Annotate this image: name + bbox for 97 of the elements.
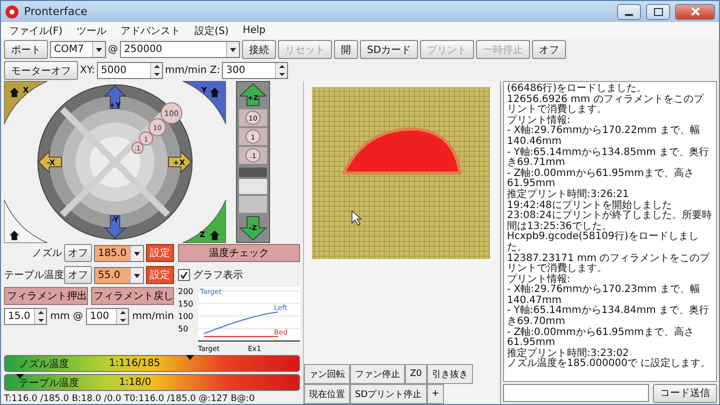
spin-arrows-icon[interactable]: [34, 309, 46, 324]
temperature-label: ノズル: [31, 247, 62, 260]
menu-item[interactable]: Help: [242, 25, 266, 36]
port-button[interactable]: ポート: [4, 40, 48, 59]
maximize-button[interactable]: [646, 4, 670, 20]
home-button[interactable]: Y: [182, 81, 226, 125]
home-icon: [10, 88, 20, 98]
arrow-button[interactable]: -X: [38, 150, 62, 174]
log-line: - X軸:29.76mmから170.22mm まで、幅140.46mm: [507, 126, 701, 147]
maximize-icon: [654, 8, 662, 16]
dropdown-field[interactable]: 185.0: [94, 244, 144, 262]
home-icon: [210, 88, 220, 98]
tick-label: 50: [178, 324, 188, 334]
spin-arrows-icon[interactable]: [275, 63, 288, 78]
gauge-reading: 1:116/185: [109, 358, 160, 369]
control-button[interactable]: 現在位置: [304, 384, 350, 404]
unit-label: mm @: [50, 311, 83, 322]
log-line: - X軸:29.76mmから170.23mm まで、幅140.47mm: [507, 285, 700, 306]
z-speed-label: mm/min Z:: [165, 65, 220, 76]
dropdown-field[interactable]: COM7: [50, 41, 106, 58]
gauge-reading: 1:18/0: [119, 377, 152, 388]
menu-item[interactable]: 設定(S): [194, 24, 229, 38]
tick-label: 100: [178, 312, 194, 321]
dropdown-field[interactable]: 250000: [120, 41, 240, 58]
menu-item[interactable]: ファイル(F): [9, 24, 63, 38]
log-line: - Y軸:65.14mmから134.84mm まで、奥行き69.70mm: [507, 306, 710, 328]
log-line: Hcxpb9.gcode(58109行)をロードしました。: [507, 232, 700, 254]
xy-speed-label: XY:: [80, 65, 95, 76]
heater-off-button[interactable]: オフ: [64, 244, 92, 262]
toolbar-button[interactable]: 接続: [242, 40, 276, 59]
control-button[interactable]: ファン停止: [350, 364, 405, 384]
home-icon: [10, 230, 20, 240]
minimize-icon: [625, 14, 633, 16]
log-line: 推定プリント時間:3:23:02: [507, 348, 630, 359]
at-label: @: [108, 44, 118, 55]
extrude-button[interactable]: フィラメント押出: [4, 287, 88, 305]
log-line: (66486行)をロードしました。: [507, 84, 648, 94]
toolbar-button[interactable]: 開: [334, 40, 358, 59]
arrow-button[interactable]: +X: [168, 150, 192, 174]
log-line: 12387.23171 mm のフィラメントをこのプリントで消費します。: [507, 254, 711, 274]
control-button[interactable]: SDプリント停止: [350, 384, 427, 404]
cursor-icon: [352, 210, 362, 226]
log-line: 12656.6926 mm のフィラメントをこのプリントで消費します。: [507, 94, 705, 116]
extrude-button[interactable]: フィラメント戻し: [90, 287, 174, 305]
spin-arrows-icon[interactable]: [150, 63, 162, 78]
home-button[interactable]: [4, 199, 48, 243]
check-icon: [180, 271, 188, 279]
log-line: ノズル温度を185.000000で に設定します。: [507, 359, 712, 370]
menu-item[interactable]: アドバンスト: [120, 24, 181, 38]
set-temperature-button[interactable]: 設定: [146, 266, 174, 284]
log-line: - Z軸:0.00mmから61.95mmまで、高さ61.95mm: [507, 168, 695, 190]
log-line: プリント情報:: [507, 116, 570, 126]
close-button[interactable]: [675, 4, 715, 20]
minimize-button[interactable]: [617, 4, 641, 20]
toolbar-button[interactable]: SDカード: [360, 40, 418, 59]
log-line: 19:42:48にプリントを開始しました: [507, 200, 673, 211]
home-button[interactable]: X: [4, 81, 48, 125]
control-button[interactable]: ァン回転: [304, 364, 350, 384]
menu-item[interactable]: ツール: [76, 24, 107, 38]
spin-arrows-icon[interactable]: [116, 309, 128, 324]
control-button[interactable]: Z0: [405, 364, 427, 384]
temperature-label: テーブル温度: [4, 268, 62, 282]
spin-field[interactable]: 100: [86, 308, 130, 325]
app-logo-icon: [5, 4, 19, 18]
log-line: - Y軸:65.14mmから134.85mm まで、奥行き69.71mm: [507, 148, 710, 168]
spin-field[interactable]: 5000: [97, 62, 163, 79]
log-line: 推定プリント時間:3:26:21: [507, 190, 630, 200]
log-line: - Z軸:0.00mmから61.95mmまで、高さ61.95mm: [507, 328, 695, 348]
tick-label: 200: [178, 287, 194, 296]
arrow-button[interactable]: -Y: [104, 215, 126, 239]
window-title: Pronterface: [24, 5, 88, 18]
status-text: T:116.0 /185.0 B:18.0 /0.0 T0:116.0 /185.0 @:127 B@:0: [4, 394, 256, 404]
unit-label: mm/min: [132, 311, 174, 322]
close-icon: [690, 7, 700, 16]
toolbar-button[interactable]: オフ: [532, 40, 566, 59]
log-line: プリント情報:: [507, 274, 570, 285]
log-line: 23:08:24にプリントが終了しました。所要時間は13:25:36でした。: [507, 211, 713, 232]
control-button[interactable]: 引き抜き: [426, 364, 473, 384]
checkbox-label: グラフ表示: [193, 268, 243, 282]
heater-off-button[interactable]: オフ: [64, 266, 92, 284]
motors-off-button[interactable]: モーターオフ: [4, 61, 78, 80]
set-temperature-button[interactable]: 設定: [146, 244, 174, 262]
spin-field[interactable]: 15.0: [4, 308, 48, 325]
jog-wheel[interactable]: [37, 84, 193, 240]
tick-label: 150: [178, 300, 194, 308]
control-button[interactable]: +: [426, 384, 444, 404]
gauge-label: ノズル温度: [19, 358, 69, 370]
check-temperature-button[interactable]: 温度チェック: [178, 244, 300, 262]
step-button[interactable]: 100: [160, 102, 182, 124]
home-button[interactable]: Z: [182, 199, 226, 243]
dropdown-field[interactable]: 55.0: [94, 266, 144, 284]
send-button[interactable]: コード送信: [653, 384, 717, 402]
command-input[interactable]: [503, 384, 649, 402]
spin-field[interactable]: 300: [222, 62, 288, 79]
gauge-label: テーブル温度: [19, 376, 79, 390]
home-icon: [210, 230, 220, 240]
checkbox[interactable]: [178, 269, 190, 281]
